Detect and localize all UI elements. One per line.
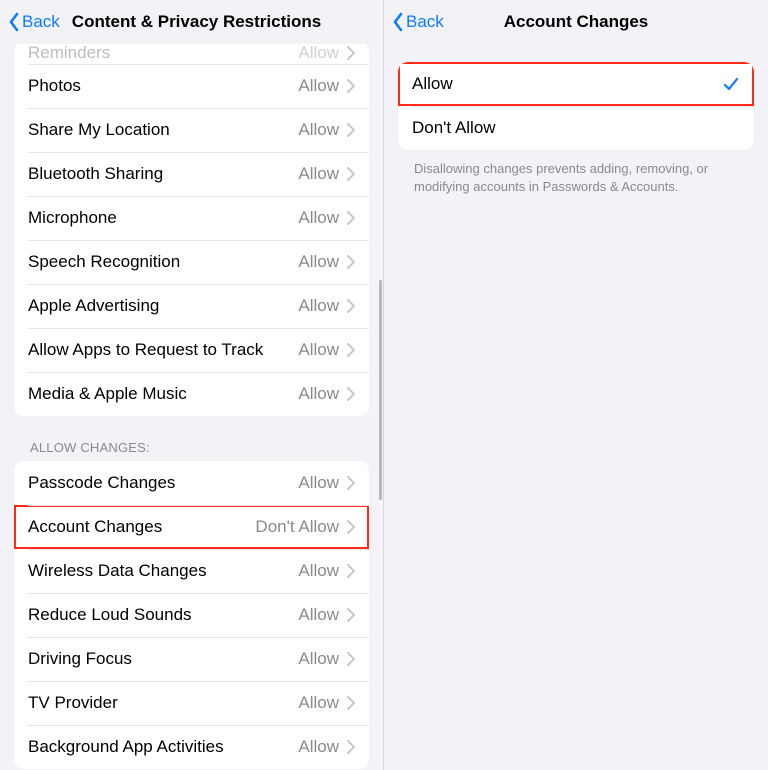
chevron-right-icon [347,79,355,93]
chevron-right-icon [347,299,355,313]
row-value: Allow [298,340,339,360]
scrollbar[interactable] [379,280,382,500]
row-label: TV Provider [28,693,298,713]
right-pane: Back Account Changes Allow Don't Allow Di… [384,0,768,770]
row-value: Allow [298,252,339,272]
row-value: Allow [298,296,339,316]
row-value: Allow [298,649,339,669]
row-value: Allow [298,737,339,757]
allow-changes-group: Passcode ChangesAllowAccount ChangesDon'… [14,461,369,769]
left-navbar: Back Content & Privacy Restrictions [0,0,383,44]
chevron-right-icon [347,740,355,754]
row-label: Photos [28,76,298,96]
row-value: Allow [298,561,339,581]
row-label: Background App Activities [28,737,298,757]
chevron-right-icon [347,476,355,490]
left-back-label: Back [22,12,60,32]
left-nav-title: Content & Privacy Restrictions [72,12,321,32]
left-back-button[interactable]: Back [8,12,60,32]
chevron-right-icon [347,123,355,137]
list-row[interactable]: Don't Allow [398,106,754,150]
row-label: Driving Focus [28,649,298,669]
list-row[interactable]: Wireless Data ChangesAllow [14,549,369,593]
list-row[interactable]: Reduce Loud SoundsAllow [14,593,369,637]
row-value: Allow [298,208,339,228]
chevron-right-icon [347,652,355,666]
row-value: Allow [298,44,339,63]
right-back-label: Back [406,12,444,32]
right-scroll: Allow Don't Allow Disallowing changes pre… [384,44,768,770]
row-label: Bluetooth Sharing [28,164,298,184]
row-value: Allow [298,693,339,713]
row-label: Media & Apple Music [28,384,298,404]
row-label: Allow Apps to Request to Track [28,340,298,360]
chevron-right-icon [347,520,355,534]
list-row[interactable]: Background App ActivitiesAllow [14,725,369,769]
row-value: Allow [298,76,339,96]
row-label: Reminders [28,44,298,63]
row-value: Allow [298,384,339,404]
list-row[interactable]: Speech RecognitionAllow [14,240,369,284]
list-row[interactable]: Account ChangesDon't Allow [14,505,369,549]
list-row[interactable]: Media & Apple MusicAllow [14,372,369,416]
list-row[interactable]: MicrophoneAllow [14,196,369,240]
row-value: Allow [298,120,339,140]
list-row[interactable]: PhotosAllow [14,64,369,108]
list-row[interactable]: Allow [398,62,754,106]
list-row[interactable]: Apple AdvertisingAllow [14,284,369,328]
row-label: Reduce Loud Sounds [28,605,298,625]
row-label: Allow [412,74,722,94]
row-label: Share My Location [28,120,298,140]
allow-changes-header: ALLOW CHANGES: [30,440,353,455]
footer-note: Disallowing changes prevents adding, rem… [414,160,738,195]
row-value: Allow [298,164,339,184]
right-navbar: Back Account Changes [384,0,768,44]
options-group: Allow Don't Allow [398,62,754,150]
row-value: Allow [298,605,339,625]
list-row[interactable]: Bluetooth SharingAllow [14,152,369,196]
row-label: Wireless Data Changes [28,561,298,581]
chevron-right-icon [347,343,355,357]
list-row[interactable]: Passcode ChangesAllow [14,461,369,505]
chevron-right-icon [347,255,355,269]
checkmark-icon [722,75,740,93]
chevron-right-icon [347,564,355,578]
row-value: Allow [298,473,339,493]
chevron-right-icon [347,696,355,710]
right-back-button[interactable]: Back [392,12,444,32]
chevron-right-icon [347,46,355,60]
privacy-group: RemindersAllowPhotosAllowShare My Locati… [14,44,369,416]
list-row[interactable]: RemindersAllow [14,44,369,64]
list-row[interactable]: Share My LocationAllow [14,108,369,152]
row-label: Passcode Changes [28,473,298,493]
chevron-right-icon [347,167,355,181]
left-scroll[interactable]: RemindersAllowPhotosAllowShare My Locati… [0,44,383,770]
row-label: Microphone [28,208,298,228]
left-pane: Back Content & Privacy Restrictions Remi… [0,0,384,770]
chevron-left-icon [8,12,20,32]
row-label: Account Changes [28,517,255,537]
chevron-right-icon [347,211,355,225]
row-value: Don't Allow [255,517,339,537]
list-row[interactable]: TV ProviderAllow [14,681,369,725]
chevron-right-icon [347,387,355,401]
row-label: Apple Advertising [28,296,298,316]
list-row[interactable]: Driving FocusAllow [14,637,369,681]
list-row[interactable]: Allow Apps to Request to TrackAllow [14,328,369,372]
row-label: Don't Allow [412,118,740,138]
row-label: Speech Recognition [28,252,298,272]
chevron-left-icon [392,12,404,32]
chevron-right-icon [347,608,355,622]
